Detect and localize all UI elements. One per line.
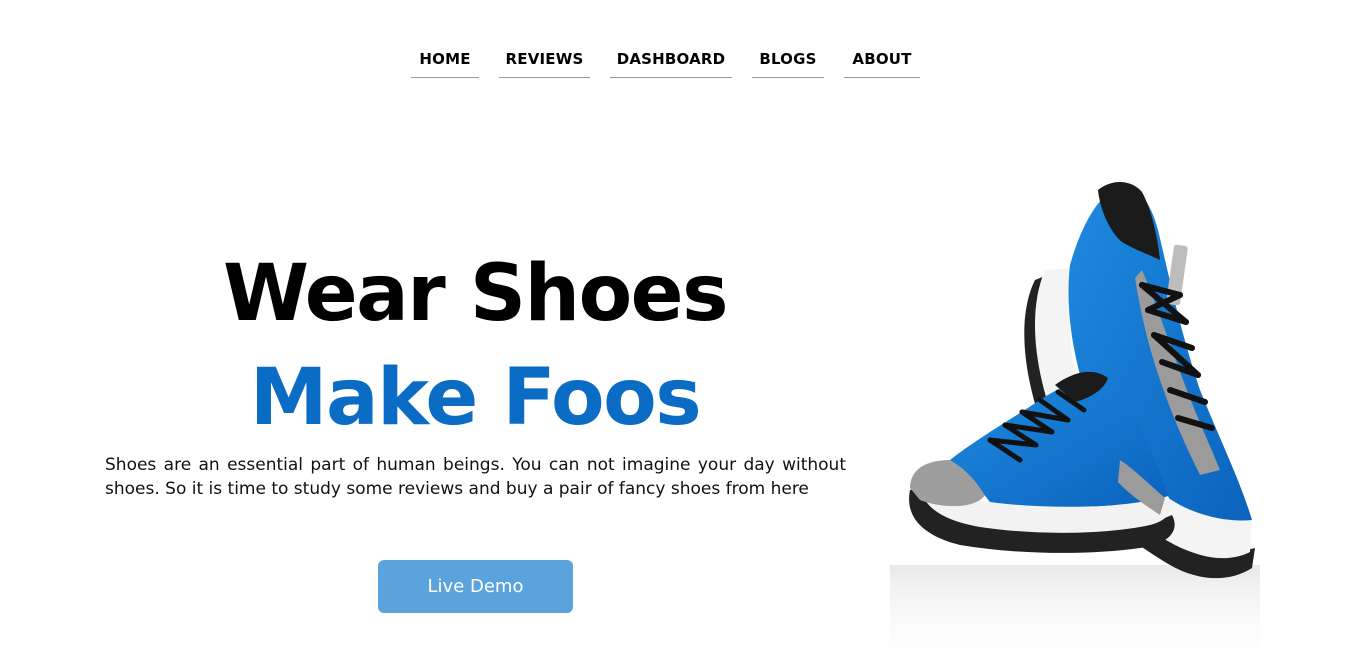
- nav-item-dashboard[interactable]: DASHBOARD: [610, 44, 732, 78]
- blue-running-shoes-image: [880, 170, 1280, 672]
- nav-item-about[interactable]: ABOUT: [844, 44, 920, 78]
- headline-primary: Wear Shoes: [222, 249, 729, 339]
- hero-description: Shoes are an essential part of human bei…: [105, 455, 846, 499]
- nav-item-blogs[interactable]: BLOGS: [752, 44, 824, 78]
- headline-accent: Make Foos: [249, 353, 702, 443]
- live-demo-button[interactable]: Live Demo: [378, 560, 573, 613]
- nav-item-reviews[interactable]: REVIEWS: [499, 44, 590, 78]
- main-nav: HOME REVIEWS DASHBOARD BLOGS ABOUT: [0, 44, 1350, 80]
- nav-item-home[interactable]: HOME: [411, 44, 479, 78]
- landing-page: HOME REVIEWS DASHBOARD BLOGS ABOUT Wear …: [0, 0, 1350, 672]
